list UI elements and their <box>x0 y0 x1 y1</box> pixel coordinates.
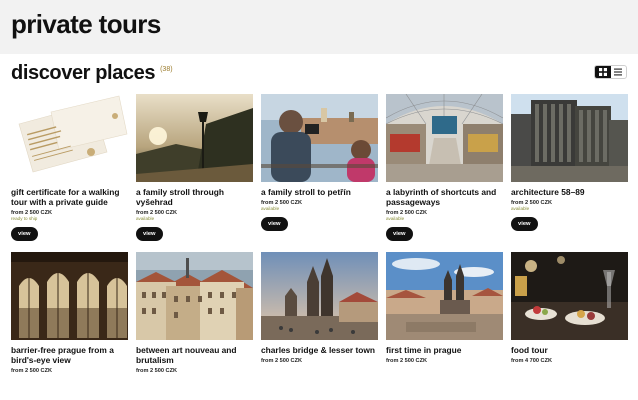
grid-icon <box>598 68 607 76</box>
tour-title[interactable]: first time in prague <box>386 345 503 355</box>
tour-image-architecture[interactable] <box>511 94 628 182</box>
availability-status: available <box>511 206 530 211</box>
view-button[interactable]: view <box>136 227 163 241</box>
tour-price: from 4 700 CZK <box>511 358 553 364</box>
tour-image-birds-eye[interactable] <box>11 252 128 340</box>
page-title: private tours <box>11 9 161 39</box>
tour-card[interactable]: barrier-free prague from a bird's-eye vi… <box>11 252 128 374</box>
tour-title[interactable]: architecture 58–89 <box>511 187 628 197</box>
view-button[interactable]: view <box>386 227 413 241</box>
availability-status: available <box>261 206 280 211</box>
tour-image-petrin[interactable] <box>261 94 378 182</box>
tour-card[interactable]: charles bridge & lesser town from 2 500 … <box>261 252 378 364</box>
tour-card[interactable]: a family stroll to petřín from 2 500 CZK… <box>261 94 378 231</box>
tour-title[interactable]: a family stroll through vyšehrad <box>136 187 253 207</box>
tour-title[interactable]: between art nouveau and brutalism <box>136 345 253 365</box>
top-bar: private tours <box>0 0 638 54</box>
tour-card[interactable]: a labyrinth of shortcuts and passageways… <box>386 94 503 241</box>
tour-image-passage[interactable] <box>386 94 503 182</box>
result-count: (38) <box>160 66 173 73</box>
tour-card[interactable]: a family stroll through vyšehrad from 2 … <box>136 94 253 241</box>
list-view-button[interactable] <box>611 66 627 78</box>
tour-price: from 2 500 CZK <box>261 358 303 364</box>
tour-price: from 2 500 CZK <box>136 368 178 374</box>
grid-view-button[interactable] <box>595 66 611 78</box>
tour-image-charles-bridge[interactable] <box>261 252 378 340</box>
tour-card[interactable]: architecture 58–89 from 2 500 CZK availa… <box>511 94 628 231</box>
availability-status: available <box>386 216 405 221</box>
tour-card[interactable]: between art nouveau and brutalism from 2… <box>136 252 253 374</box>
tour-card[interactable]: food tour from 4 700 CZK <box>511 252 628 364</box>
list-icon <box>614 68 623 76</box>
tour-image-vysehrad[interactable] <box>136 94 253 182</box>
tour-title[interactable]: gift certificate for a walking tour with… <box>11 187 128 207</box>
view-toggle[interactable] <box>594 65 627 79</box>
tour-image-gift-certificate[interactable] <box>11 94 128 182</box>
tour-image-food[interactable] <box>511 252 628 340</box>
tour-title[interactable]: charles bridge & lesser town <box>261 345 378 355</box>
tour-title[interactable]: barrier-free prague from a bird's-eye vi… <box>11 345 128 365</box>
view-button[interactable]: view <box>261 217 288 231</box>
tour-price: from 2 500 CZK <box>11 368 53 374</box>
tour-price: from 2 500 CZK <box>386 358 428 364</box>
section-title: discover places <box>11 62 156 84</box>
tour-image-old-town[interactable] <box>386 252 503 340</box>
tour-title[interactable]: a labyrinth of shortcuts and passageways <box>386 187 503 207</box>
tour-card[interactable]: gift certificate for a walking tour with… <box>11 94 128 241</box>
availability-status: available <box>136 216 155 221</box>
availability-status: ready to ship <box>11 216 38 221</box>
view-button[interactable]: view <box>11 227 38 241</box>
tour-card[interactable]: first time in prague from 2 500 CZK <box>386 252 503 364</box>
tour-title[interactable]: a family stroll to petřín <box>261 187 378 197</box>
tour-title[interactable]: food tour <box>511 345 628 355</box>
section-header: discover places (38) <box>11 62 173 86</box>
view-button[interactable]: view <box>511 217 538 231</box>
tour-image-art-nouveau[interactable] <box>136 252 253 340</box>
